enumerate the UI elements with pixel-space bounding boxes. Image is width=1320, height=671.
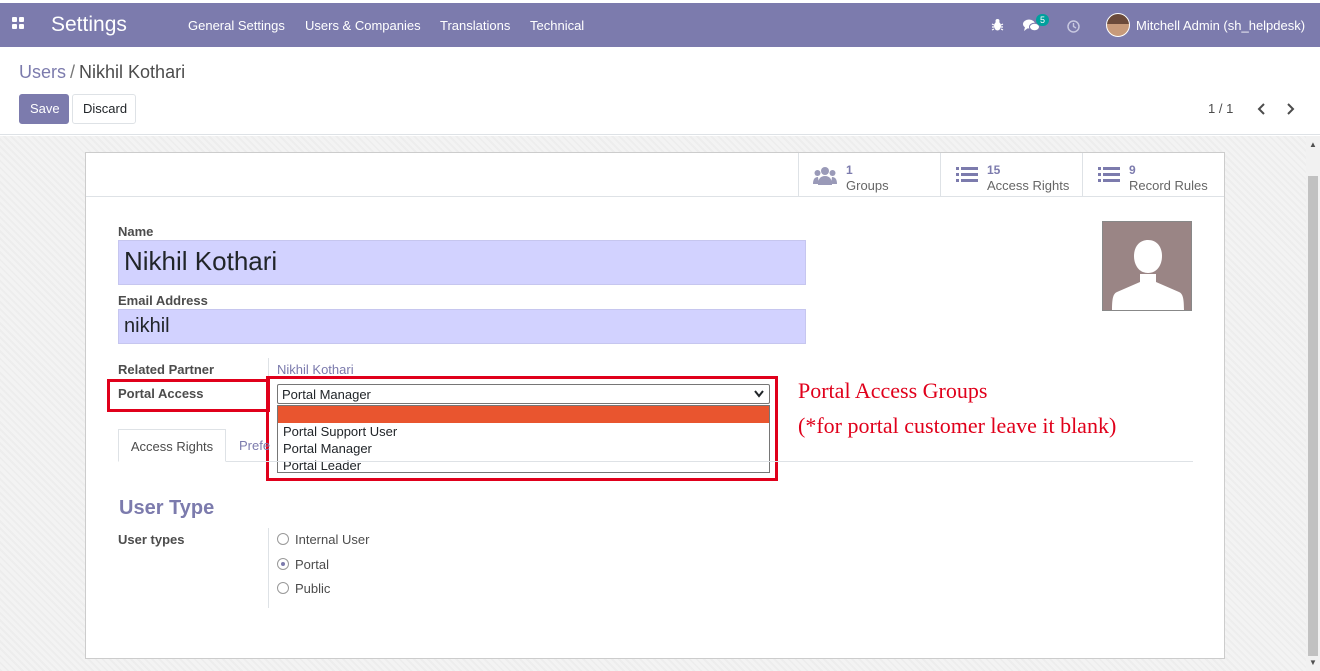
annotation-line-1: Portal Access Groups [798,378,988,403]
vertical-scrollbar[interactable]: ▲ ▼ [1306,136,1320,671]
name-input[interactable]: Nikhil Kothari [118,240,806,285]
record-rules-smart-button[interactable]: 9 Record Rules [1082,153,1224,196]
field-separator [268,358,269,378]
radio-internal-user-label[interactable]: Internal User [295,532,369,547]
top-navbar: Settings General Settings Users & Compan… [0,0,1320,50]
menu-general-settings[interactable]: General Settings [188,18,285,33]
radio-public-label[interactable]: Public [295,581,330,596]
portal-access-label-highlight [107,379,270,412]
groups-count: 1 [846,163,853,177]
notebook-tabs-line [118,461,1193,462]
menu-users-companies[interactable]: Users & Companies [305,18,421,33]
field-separator [268,528,269,608]
breadcrumb-users-link[interactable]: Users [19,62,66,82]
menu-translations[interactable]: Translations [440,18,510,33]
pager-value[interactable]: 1 / 1 [1208,101,1233,116]
scrollbar-thumb[interactable] [1308,176,1318,656]
record-rules-count: 9 [1129,163,1136,177]
radio-portal[interactable] [277,558,289,570]
email-input[interactable]: nikhil [118,309,806,344]
user-type-section-title: User Type [119,497,215,519]
activity-clock-icon[interactable] [1067,20,1080,33]
breadcrumb-separator: / [70,62,76,82]
access-rights-label: Access Rights [987,178,1070,193]
related-partner-link[interactable]: Nikhil Kothari [277,362,354,377]
annotation-line-2: (*for portal customer leave it blank) [798,413,1117,438]
pager-previous-icon[interactable] [1257,103,1267,115]
scroll-up-icon[interactable]: ▲ [1309,140,1317,149]
access-rights-count: 15 [987,163,1001,177]
list-icon [1098,167,1120,182]
breadcrumb-current: Nikhil Kothari [79,62,186,82]
breadcrumb: Users / Nikhil Kothari [19,62,185,83]
person-placeholder-icon [1112,240,1184,310]
debug-bug-icon[interactable] [991,18,1004,32]
user-photo[interactable] [1102,221,1192,311]
message-count-badge: 5 [1036,14,1050,26]
tab-access-rights[interactable]: Access Rights [118,429,226,462]
tab-preferences[interactable]: Prefe [239,429,270,462]
related-partner-label: Related Partner [118,362,215,377]
user-menu-name[interactable]: Mitchell Admin (sh_helpdesk) [1136,18,1305,33]
record-rules-label: Record Rules [1129,178,1208,193]
form-sheet: 1 Groups 15 Access Rights 9 Record Rules… [85,152,1225,659]
user-types-label: User types [118,532,185,547]
portal-access-select-highlight [266,376,778,481]
radio-public[interactable] [277,582,289,594]
menu-technical[interactable]: Technical [530,18,584,33]
app-title[interactable]: Settings [51,13,127,37]
discard-button[interactable]: Discard [72,94,136,124]
control-panel: Users / Nikhil Kothari Save Discard 1 / 1 [0,47,1320,135]
button-box-divider [86,196,1224,197]
groups-smart-button[interactable]: 1 Groups [798,153,940,196]
list-icon [956,167,978,182]
user-avatar[interactable] [1106,13,1130,37]
pager-next-icon[interactable] [1285,103,1295,115]
name-label: Name [118,224,154,239]
access-rights-smart-button[interactable]: 15 Access Rights [940,153,1082,196]
users-icon [813,167,837,185]
email-label: Email Address [118,293,208,308]
apps-menu-icon[interactable] [12,17,26,31]
radio-portal-label[interactable]: Portal [295,557,329,572]
radio-internal-user[interactable] [277,533,289,545]
scroll-down-icon[interactable]: ▼ [1309,658,1317,667]
groups-label: Groups [846,178,889,193]
save-button[interactable]: Save [19,94,69,124]
